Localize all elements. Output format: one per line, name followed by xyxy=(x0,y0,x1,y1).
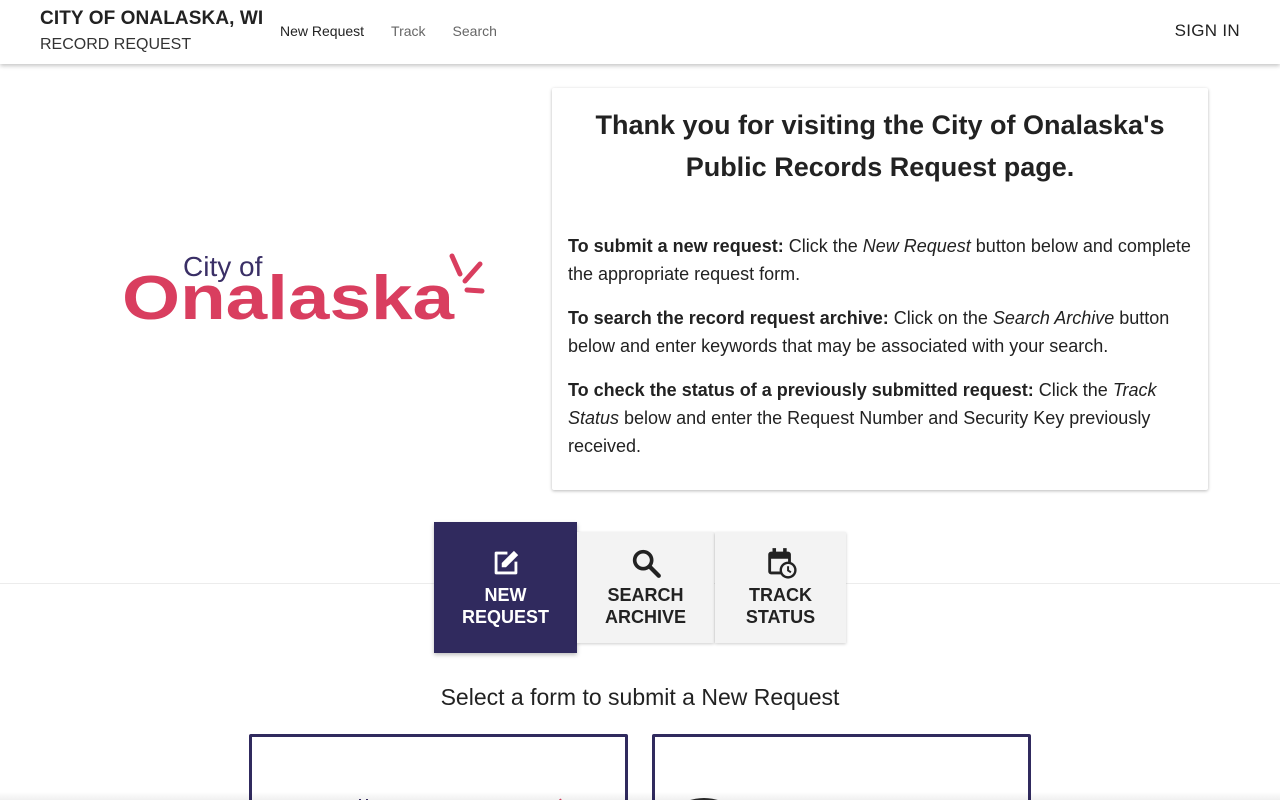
info-search-label: To search the record request archive: xyxy=(568,308,889,328)
bottom-fade xyxy=(0,792,1280,800)
edit-icon xyxy=(494,550,518,575)
app-name[interactable]: RECORD REQUEST xyxy=(40,36,191,54)
search-icon xyxy=(632,549,661,578)
select-form-heading: Select a form to submit a New Request xyxy=(440,684,840,710)
search-archive-label-line2: ARCHIVE xyxy=(604,607,686,627)
info-card: Thank you for visiting the City of Onala… xyxy=(552,88,1208,490)
info-text: Click the xyxy=(783,236,863,256)
sign-in-button[interactable]: SIGN IN xyxy=(1175,21,1240,41)
app-header: CITY OF ONALASKA, WI RECORD REQUEST New … xyxy=(0,0,1280,64)
main-nav: New Request Track Search xyxy=(280,23,497,39)
logo-sunburst-icon xyxy=(449,253,485,294)
calendar-clock-icon xyxy=(767,548,797,579)
info-emphasis: New Request xyxy=(862,236,971,256)
info-text: below and enter the Request Number and S… xyxy=(568,408,1151,456)
city-of-onalaska-logo: City of Onalaska xyxy=(122,251,485,328)
nav-track[interactable]: Track xyxy=(391,23,425,39)
search-archive-button[interactable]: SEARCH ARCHIVE xyxy=(577,532,714,643)
track-status-button[interactable]: TRACK STATUS xyxy=(715,532,846,643)
welcome-heading: Thank you for visiting the City of Onala… xyxy=(595,110,1165,182)
logo-main-text: Onalaska xyxy=(122,264,455,328)
info-emphasis: Search Archive xyxy=(992,308,1115,328)
nav-search[interactable]: Search xyxy=(453,23,497,39)
new-request-label-line1: NEW xyxy=(484,585,527,605)
new-request-button[interactable]: NEW REQUEST xyxy=(434,522,577,653)
info-text: Click on the xyxy=(888,308,993,328)
police-badge-partial-icon xyxy=(690,798,718,800)
info-track-label: To check the status of a previously subm… xyxy=(568,380,1034,400)
form-card-city[interactable] xyxy=(249,734,628,800)
info-text: Click the xyxy=(1033,380,1113,400)
info-new-request-label: To submit a new request: xyxy=(568,236,784,256)
track-status-label-line2: STATUS xyxy=(745,607,816,627)
info-track-status: To check the status of a previously subm… xyxy=(568,376,1192,460)
track-status-label-line1: TRACK xyxy=(749,585,812,605)
nav-new-request[interactable]: New Request xyxy=(280,23,364,39)
city-logo-partial-icon xyxy=(359,798,562,800)
info-new-request: To submit a new request: Click the New R… xyxy=(568,232,1192,288)
form-card-police[interactable] xyxy=(652,734,1031,800)
new-request-label-line2: REQUEST xyxy=(461,607,549,627)
info-search-archive: To search the record request archive: Cl… xyxy=(568,304,1192,360)
org-name[interactable]: CITY OF ONALASKA, WI xyxy=(40,8,263,30)
search-archive-label-line1: SEARCH xyxy=(607,585,684,605)
